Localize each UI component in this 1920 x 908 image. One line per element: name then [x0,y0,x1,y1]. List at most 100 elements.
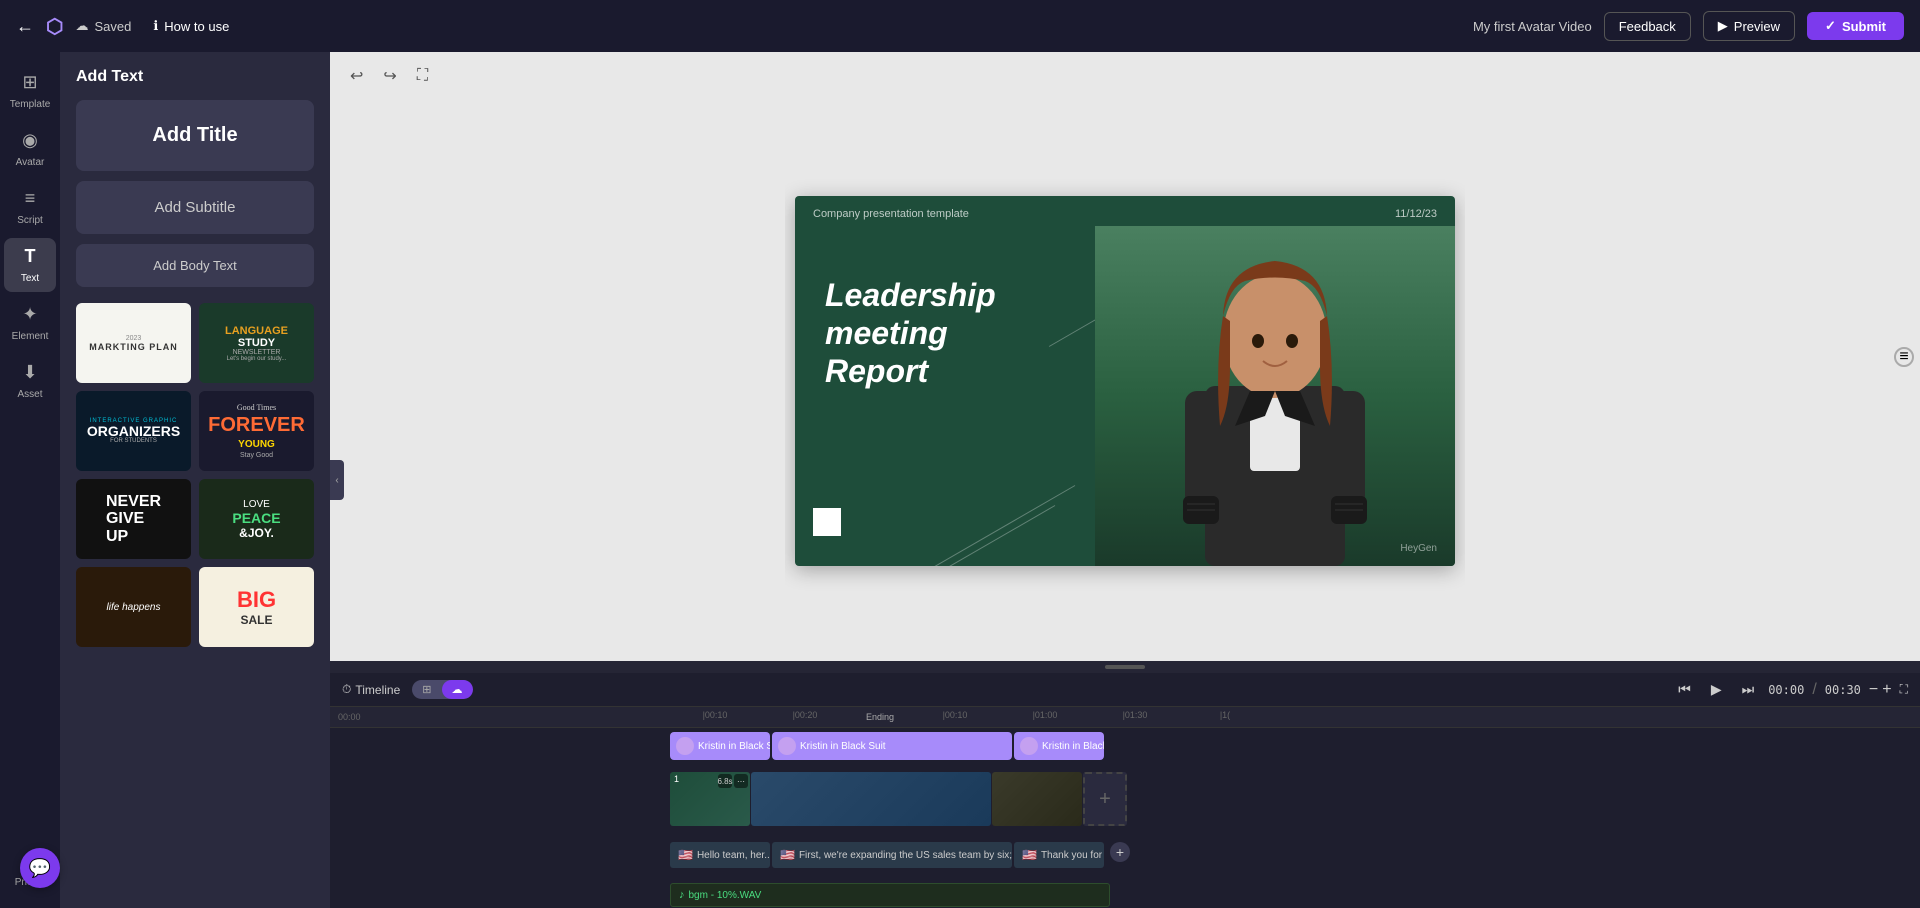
how-to-use-button[interactable]: ℹ How to use [143,12,239,40]
add-subtitle-button[interactable]: Add Subtitle [76,181,314,234]
sidebar-item-asset[interactable]: ⬇ Asset [4,354,56,408]
script-clip-2[interactable]: 🇺🇸 First, we're expanding the US sales t… [772,842,1012,868]
sidebar-item-element[interactable]: ✦ Element [4,296,56,350]
scroll-indicator[interactable]: ≡ [1894,347,1914,367]
avatar-thumb-3 [1020,737,1038,755]
timeline-toggle[interactable]: ⊞ ☁ [412,680,472,699]
avatar-clip-1[interactable]: Kristin in Black S... [670,732,770,760]
slide-title-line2: Report [825,353,928,389]
avatar-figure-svg [1175,226,1375,566]
avatar-clip-3[interactable]: Kristin in Black Suit [1014,732,1104,760]
template-card-8[interactable]: BIG SALE [199,567,314,647]
add-script-button[interactable]: + [1110,842,1130,862]
bgm-track-content: ♪ bgm - 10%.WAV [670,879,1920,908]
ruler-mark-10: |00:10 [670,710,760,724]
ruler-marks: |00:10 |00:20 Ending |00:10 |01:00 |01:3… [670,710,1920,724]
tmpl1-title: MARKTING PLAN [89,342,178,352]
checkmark-icon: ✓ [1825,18,1836,34]
back-button[interactable]: ← [16,16,34,37]
zoom-out-button[interactable]: − [1869,681,1878,699]
cloud-icon: ☁ [75,18,88,34]
saved-indicator: ☁ Saved [75,18,131,34]
undo-button[interactable]: ↩ [346,62,367,90]
script-clip-1[interactable]: 🇺🇸 Hello team, her... [670,842,770,868]
left-panel: Add Text Add Title Add Subtitle Add Body… [60,52,330,908]
bgm-clip[interactable]: ♪ bgm - 10%.WAV [670,883,1110,907]
flag-2: 🇺🇸 [780,848,795,862]
template-card-1[interactable]: 2023 MARKTING PLAN [76,303,191,383]
avatar-clip-2[interactable]: Kristin in Black Suit [772,732,1012,760]
sidebar-label-element: Element [12,331,49,342]
add-scene-button[interactable]: + [1083,772,1127,826]
prev-button[interactable]: ⏮ [1672,679,1697,700]
toggle-option-1[interactable]: ⊞ [412,680,441,699]
avatar-icon: ◉ [22,130,38,151]
zoom-controls: − + [1869,681,1892,699]
bgm-track-section: ♪ bgm - 10%.WAV [330,879,1920,908]
template-card-2[interactable]: LANGUAGE STUDY NEWSLETTER Let's begin ou… [199,303,314,383]
play-button[interactable]: ▶ [1705,679,1728,700]
ruler-ending: Ending [850,710,910,724]
add-title-button[interactable]: Add Title [76,100,314,171]
tmpl6-love: LOVE [243,499,270,510]
tmpl2-sub: Let's begin our study... [227,356,287,362]
text-icon: T [25,246,36,267]
template-card-6[interactable]: LOVE PEACE &JOY. [199,479,314,559]
tmpl7-text: life happens [107,602,161,613]
toggle-option-2[interactable]: ☁ [442,680,473,699]
script-clip-3[interactable]: 🇺🇸 Thank you for you... [1014,842,1104,868]
template-card-5[interactable]: NEVERGIVEUP [76,479,191,559]
expand-button[interactable]: ⛶ [1900,682,1908,697]
current-time: 00:00 [1768,683,1804,697]
flag-1: 🇺🇸 [678,848,693,862]
timeline-resize-handle[interactable] [330,661,1920,673]
submit-button[interactable]: ✓ Submit [1807,12,1904,40]
next-button[interactable]: ⏭ [1736,679,1761,700]
template-card-4[interactable]: Good Times FOREVER YOUNG Stay Good [199,391,314,471]
slide-avatar-area [1095,226,1455,566]
template-grid: 2023 MARKTING PLAN LANGUAGE STUDY NEWSLE… [76,303,314,647]
scene-action-time[interactable]: 6.8s [718,774,732,788]
divider-bar [1105,665,1145,669]
tmpl6-joy: &JOY. [239,526,274,540]
zoom-in-button[interactable]: + [1882,681,1891,699]
scene-track-label [330,768,670,838]
feedback-button[interactable]: Feedback [1604,12,1691,41]
sidebar-item-template[interactable]: ⊞ Template [4,64,56,118]
canvas-area: ↩ ↪ ⛶ Company presentation template 11/1… [330,52,1920,661]
slide-company: Company presentation template [813,208,969,220]
ruler-start: 00:00 [338,712,361,722]
tmpl4-young: YOUNG [238,439,275,450]
tmpl2-news: NEWSLETTER [233,349,281,356]
scene-thumb-3[interactable] [992,772,1082,826]
preview-button[interactable]: ▶ Preview [1703,11,1795,41]
tmpl1-year: 2023 [126,335,142,342]
scene-action-more[interactable]: ⋯ [734,774,748,788]
script-text-2: First, we're expanding the US sales team… [799,850,1012,861]
submit-label: Submit [1842,19,1886,34]
grid-icon: ⊞ [22,72,37,93]
canvas-timeline-area: ↩ ↪ ⛶ Company presentation template 11/1… [330,52,1920,908]
info-icon: ℹ [153,18,158,34]
template-card-7[interactable]: life happens [76,567,191,647]
redo-button[interactable]: ↪ [379,62,400,90]
tmpl6-peace: PEACE [232,510,280,526]
slide-preview[interactable]: Company presentation template 11/12/23 L… [795,196,1455,566]
sidebar-item-text[interactable]: T Text [4,238,56,292]
sidebar-item-avatar[interactable]: ◉ Avatar [4,122,56,176]
scene-num-1: 1 [674,774,679,784]
scene-thumb-1[interactable]: 1 6.8s ⋯ [670,772,750,826]
avatar-track-content: Kristin in Black S... Kristin in Black S… [670,728,1920,768]
fit-button[interactable]: ⛶ [413,63,432,89]
chat-button[interactable]: 💬 [20,848,60,888]
sidebar-item-script[interactable]: ≡ Script [4,180,56,234]
right-scroll-handle: ≡ [1894,347,1914,367]
asset-icon: ⬇ [22,362,37,383]
scene-thumb-2[interactable] [751,772,991,826]
template-card-3[interactable]: INTERACTIVE GRAPHIC ORGANIZERS FOR STUDE… [76,391,191,471]
script-clips: 🇺🇸 Hello team, her... 🇺🇸 First, we're ex… [670,842,1130,872]
element-icon: ✦ [22,304,37,325]
timeline-icon: ⏱ [342,682,351,697]
add-body-button[interactable]: Add Body Text [76,244,314,287]
collapse-panel-button[interactable]: ‹ [330,460,344,500]
